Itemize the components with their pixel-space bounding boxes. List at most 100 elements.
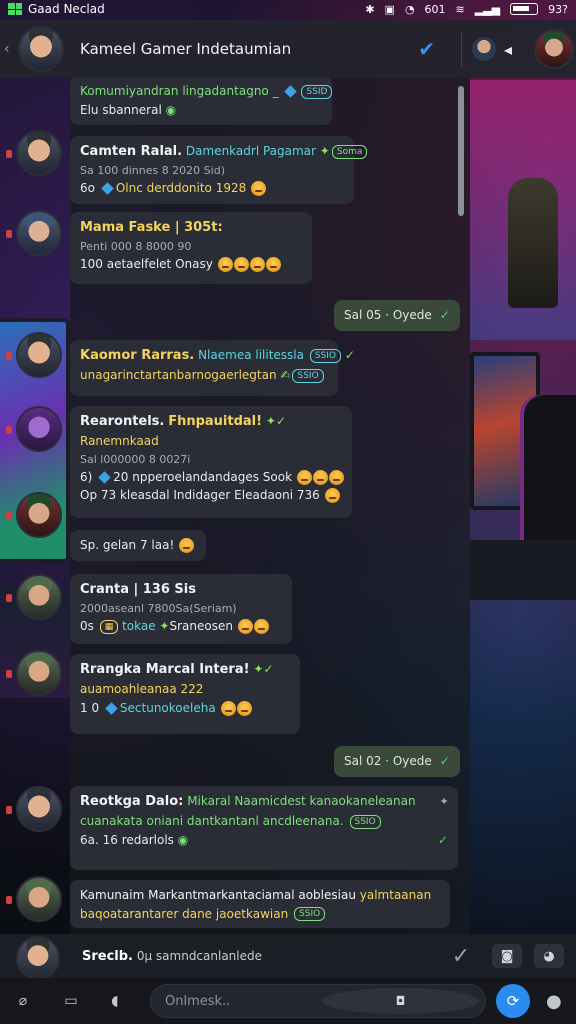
sender-name: Rrangka Marcal Intera!: [80, 662, 250, 677]
message-text: unagarinctartanbarnogaerlegtan: [80, 368, 277, 383]
tag-pill: SSIO: [292, 368, 324, 383]
cube-icon: [98, 471, 111, 484]
sender-avatar[interactable]: [6, 210, 62, 256]
message-subtext: Elu sbanneral: [80, 102, 162, 117]
message-highlight: Olnc derddonito 1928: [115, 181, 247, 196]
sender-avatar[interactable]: [6, 876, 62, 922]
group-avatar[interactable]: [18, 26, 64, 72]
microphone-icon[interactable]: ●: [546, 991, 562, 1012]
sender-name: Reotkga Dalo:: [80, 794, 184, 809]
message-text: 6): [80, 469, 93, 484]
message-text: 0s: [80, 619, 94, 634]
signal-icon: ▂▃▅: [474, 2, 501, 16]
smile-emoji-icon: [253, 619, 269, 635]
message-meta: 2000aseanl 7800Sa(Seriam): [80, 602, 237, 616]
sender-avatar[interactable]: [6, 492, 62, 538]
smile-emoji-icon: [312, 469, 328, 485]
message-text: 6a. 16 redarlols: [80, 832, 174, 847]
cube-icon: [284, 85, 298, 98]
message-input[interactable]: Onlmesk.. ◘: [150, 984, 486, 1018]
message-highlight: yalmtaanan: [359, 888, 432, 902]
smile-emoji-icon: [233, 257, 249, 273]
input-bar: ⌀ ▭ ◖ Onlmesk.. ◘ ⟳ ●: [0, 978, 576, 1024]
send-button[interactable]: ⟳: [496, 984, 530, 1018]
smile-emoji-icon: [265, 257, 281, 273]
mic-small-icon[interactable]: ◖: [102, 988, 128, 1014]
reply-avatar: [16, 936, 60, 980]
message-highlight: tokae: [122, 619, 156, 634]
message-meta: auamoahleanaa 222: [80, 682, 204, 697]
tag-pill: Soma: [331, 144, 368, 159]
smile-emoji-icon: [324, 488, 340, 504]
collapse-arrow-icon[interactable]: ◂: [504, 40, 512, 59]
message-meta: Sa 100 dinnes 8 2020 Sid): [80, 164, 225, 178]
read-check-icon: ✓: [439, 754, 450, 768]
chip-icon: ▦: [99, 619, 119, 634]
profile-avatar[interactable]: [534, 29, 574, 69]
sticker-icon[interactable]: ◕: [534, 944, 564, 968]
tag-pill: SSID: [301, 84, 333, 99]
sender-avatar[interactable]: [6, 406, 62, 452]
tag-pill: SSIO: [309, 348, 341, 363]
wifi-icon: ≋: [455, 2, 465, 16]
sender-avatar[interactable]: [6, 786, 62, 832]
message-bubble[interactable]: Rrangka Marcal Intera! ✦✓ auamoahleanaa …: [70, 654, 300, 734]
spark-icon: ✦: [159, 619, 170, 634]
chat-title[interactable]: Kameel Gamer Indetaumian: [80, 40, 418, 58]
outgoing-bubble[interactable]: Sal 02 · Oyede ✓: [334, 746, 460, 777]
outgoing-bubble[interactable]: Sal 05 · Oyede ✓: [334, 300, 460, 331]
message-bubble[interactable]: Reotkga Dalo: Mikaral Naamicdest kanaoka…: [70, 786, 458, 870]
message-bubble[interactable]: Cranta | 136 Sis 2000aseanl 7800Sa(Seria…: [70, 574, 292, 644]
message-meta: Penti 000 8 8000 90: [80, 240, 192, 254]
message-bubble[interactable]: Rearontels. Fhnpauitdal! ✦✓ Ranemnkaad S…: [70, 406, 352, 518]
smile-emoji-icon: [237, 619, 253, 635]
spark-icon: ✓: [344, 348, 355, 362]
message-bubble[interactable]: Sp. gelan 7 laa!: [70, 530, 206, 561]
camera-icon[interactable]: ◙: [492, 944, 522, 968]
smile-emoji-icon: [179, 538, 195, 553]
message-text: 20 npperoelandandages Sook: [113, 469, 293, 484]
cube-icon: [101, 182, 114, 195]
mini-avatar[interactable]: [471, 37, 496, 61]
sender-avatar[interactable]: [6, 332, 62, 378]
message-text: baqoatarantarer dane jaoetkawian: [80, 906, 289, 921]
chat-header: ‹ Kameel Gamer Indetaumian ✔ ◂: [0, 20, 576, 78]
input-camera-icon[interactable]: ◘: [322, 988, 479, 1014]
nfc-icon: ▣: [384, 2, 395, 16]
message-meta: Sal l000000 8 0027i: [80, 452, 191, 466]
message-text: 6o: [80, 181, 95, 196]
battery-icon: [510, 3, 539, 15]
gallery-icon[interactable]: ▭: [58, 988, 84, 1014]
back-arrow-icon[interactable]: ‹: [4, 41, 16, 57]
reaction-icon: ◉: [177, 832, 189, 847]
sender-avatar[interactable]: [6, 574, 62, 620]
sender-avatar[interactable]: [6, 130, 62, 176]
reaction-icon: ◉: [165, 102, 177, 117]
smile-emoji-icon: [236, 700, 252, 716]
message-text: cuanakata oniani dantkantanl ancdleenana…: [80, 814, 344, 829]
sender-team: Fhnpauitdal!: [168, 414, 263, 429]
sender-name: Kaomor Rarras.: [80, 348, 195, 363]
message-bubble[interactable]: Camten Ralal. Damenkadrl Pagamar ✦ Soma S…: [70, 136, 368, 204]
message-bubble[interactable]: Komumiyandran lingadantagno _ SSID Elu s…: [70, 76, 333, 126]
message-bubble[interactable]: Kamunaim Markantmarkantaciamal aoblesiau…: [70, 880, 450, 928]
message-bubble[interactable]: Kaomor Rarras. Nlaemea lilitessla SSIO ✓…: [70, 340, 355, 396]
message-input-placeholder: Onlmesk..: [165, 993, 231, 1009]
message-bubble[interactable]: Mama Faske | 305t: Penti 000 8 8000 90 1…: [70, 212, 312, 284]
battery-percent: 93?: [548, 2, 568, 16]
smile-emoji-icon: [249, 257, 265, 273]
sender-avatar[interactable]: [6, 650, 62, 696]
reply-preview[interactable]: Sreclb. 0μ samndcanlanlede ✓ ◙ ◕: [0, 934, 576, 980]
scrollbar[interactable]: [458, 86, 464, 216]
spark-icon: ✦: [439, 795, 449, 808]
message-subtitle: Ranemnkaad: [80, 434, 159, 449]
sender-name: Rearontels.: [80, 414, 165, 429]
reply-name: Sreclb.: [82, 948, 133, 964]
smile-emoji-icon: [220, 700, 236, 716]
attach-icon[interactable]: ⌀: [10, 988, 36, 1014]
spark-icon: ✦✓: [253, 662, 274, 676]
checkmark-icon[interactable]: ✓: [446, 944, 476, 969]
soldier-figure: [508, 178, 558, 308]
sender-name: Mama Faske | 305t:: [80, 220, 223, 235]
sender-name: Cranta | 136 Sis: [80, 582, 196, 597]
